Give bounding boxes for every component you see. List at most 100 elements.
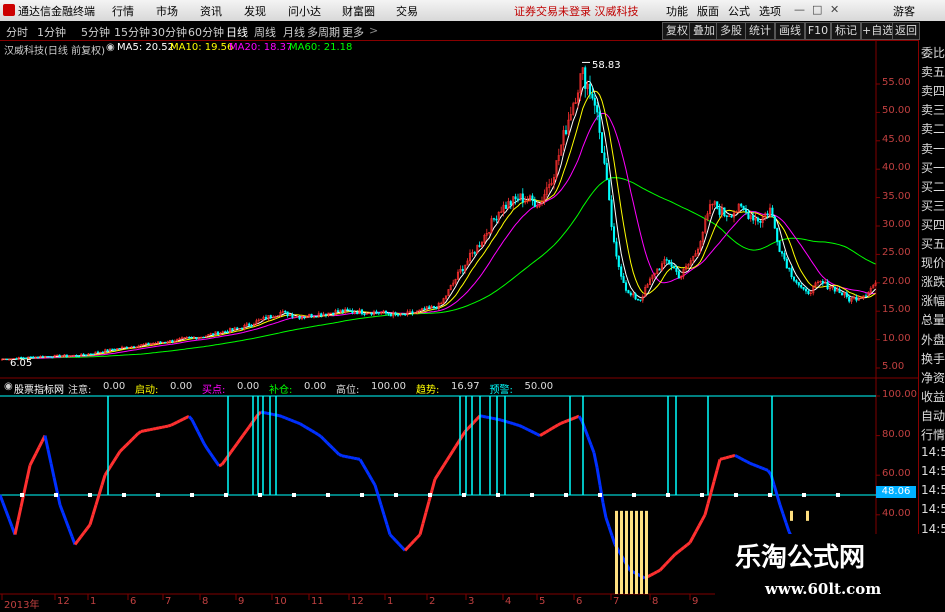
side-panel-item[interactable]: 现价 xyxy=(921,254,945,271)
candle-body xyxy=(564,130,568,135)
oscillator-segment xyxy=(728,454,733,459)
side-panel-item[interactable]: 买四 xyxy=(921,216,945,233)
oscillator-segment xyxy=(743,458,748,464)
candle-body xyxy=(389,313,392,317)
oscillator-segment xyxy=(34,446,41,455)
oscillator-segment xyxy=(317,433,322,438)
oscillator-segment xyxy=(100,474,107,486)
side-panel-item[interactable]: 14:50 xyxy=(921,502,945,516)
oscillator-segment xyxy=(229,446,236,453)
oscillator-segment xyxy=(539,432,544,437)
candle-body xyxy=(672,266,676,269)
candle-body xyxy=(600,132,604,154)
side-panel-item[interactable]: 卖五 xyxy=(921,63,945,80)
candle-body xyxy=(864,295,868,297)
oscillator-segment xyxy=(214,460,221,467)
oscillator-segment xyxy=(28,458,35,466)
side-panel-item[interactable]: 卖四 xyxy=(921,82,945,99)
candle-body xyxy=(125,346,128,349)
candle-body xyxy=(0,359,4,361)
low-price-annotation: 6.05 xyxy=(10,358,33,369)
oscillator-segment xyxy=(196,430,203,439)
oscillator-segment xyxy=(656,568,661,574)
side-panel-item[interactable]: 14:50 xyxy=(921,464,945,478)
indicator-axis-label: 40.00 xyxy=(882,507,911,519)
side-panel-item[interactable]: 卖二 xyxy=(921,120,945,137)
candle-body xyxy=(113,349,116,351)
oscillator-segment xyxy=(442,459,449,466)
candle-body xyxy=(461,268,464,272)
candle-body xyxy=(432,305,436,308)
oscillator-segment xyxy=(697,519,704,527)
side-panel-item[interactable]: 14:50 xyxy=(921,445,945,459)
side-panel-item[interactable]: 委比 xyxy=(921,44,945,61)
candle-body xyxy=(833,286,836,292)
baseline-dot xyxy=(598,493,602,497)
settings-gear-icon[interactable]: ◉ xyxy=(106,42,115,53)
candle-body xyxy=(159,341,162,343)
side-panel-item[interactable]: 卖三 xyxy=(921,101,945,118)
side-panel-item[interactable]: 换手 xyxy=(921,350,945,367)
oscillator-segment xyxy=(554,423,559,428)
side-panel-item[interactable]: 买一 xyxy=(921,159,945,176)
date-axis-label: 9 xyxy=(692,596,699,607)
candle-body xyxy=(101,351,104,354)
oscillator-segment xyxy=(530,429,535,434)
oscillator-segment xyxy=(155,426,160,430)
side-panel-item[interactable]: 买二 xyxy=(921,178,945,195)
oscillator-segment xyxy=(403,546,410,552)
candle-body xyxy=(286,311,289,317)
candle-body xyxy=(147,342,150,345)
side-panel-item[interactable]: 买五 xyxy=(921,235,945,252)
candle-body xyxy=(324,313,328,316)
candle-body xyxy=(622,276,625,283)
candle-body xyxy=(675,267,678,272)
candle-body xyxy=(84,354,88,357)
oscillator-segment xyxy=(322,438,329,444)
oscillator-segment xyxy=(601,502,608,519)
candle-body xyxy=(533,200,536,207)
side-panel-item[interactable]: 14:50 xyxy=(921,483,945,497)
candle-body xyxy=(171,339,174,343)
ma20-label: MA20: 18.37 xyxy=(229,42,293,53)
candle-body xyxy=(341,309,344,313)
indicator-settings-icon[interactable]: ◉ xyxy=(4,381,13,392)
candle-body xyxy=(320,313,323,317)
oscillator-segment xyxy=(296,421,301,426)
side-panel-item[interactable]: 涨跌 xyxy=(921,273,945,290)
oscillator-segment xyxy=(703,503,710,516)
oscillator-segment xyxy=(737,455,742,460)
oscillator-segment xyxy=(515,423,520,427)
side-panel-item[interactable]: 买三 xyxy=(921,197,945,214)
oscillator-segment xyxy=(406,543,413,549)
candle-body xyxy=(356,312,359,315)
candle-body xyxy=(783,253,786,260)
oscillator-segment xyxy=(302,424,307,429)
stock-chart[interactable] xyxy=(0,0,945,609)
oscillator-segment xyxy=(247,422,254,428)
side-panel-item[interactable]: 自动 xyxy=(921,407,945,424)
volume-bar xyxy=(640,510,643,594)
oscillator-segment xyxy=(314,431,319,436)
indicator-legend-value: 0.00 xyxy=(304,381,327,392)
candle-body xyxy=(531,195,534,201)
date-axis-label: 7 xyxy=(165,596,172,607)
oscillator-segment xyxy=(572,415,577,420)
side-panel-item[interactable]: 外盘 xyxy=(921,331,945,348)
oscillator-segment xyxy=(533,431,538,436)
candle-body xyxy=(216,331,220,336)
candle-body xyxy=(629,292,632,296)
side-panel-item[interactable]: 行情 xyxy=(921,426,945,443)
candle-body xyxy=(51,356,54,359)
baseline-dot xyxy=(836,493,840,497)
baseline-dot xyxy=(768,493,772,497)
side-panel-item[interactable]: 卖一 xyxy=(921,140,945,157)
side-panel-item[interactable]: 净资 xyxy=(921,369,945,386)
oscillator-segment xyxy=(130,435,137,441)
oscillator-segment xyxy=(680,546,685,551)
side-panel-item[interactable]: 涨幅 xyxy=(921,292,945,309)
side-panel-item[interactable]: 总量 xyxy=(921,311,945,328)
oscillator-segment xyxy=(683,543,688,549)
oscillator-segment xyxy=(179,417,184,423)
side-panel-item[interactable]: 收益 xyxy=(921,388,945,405)
